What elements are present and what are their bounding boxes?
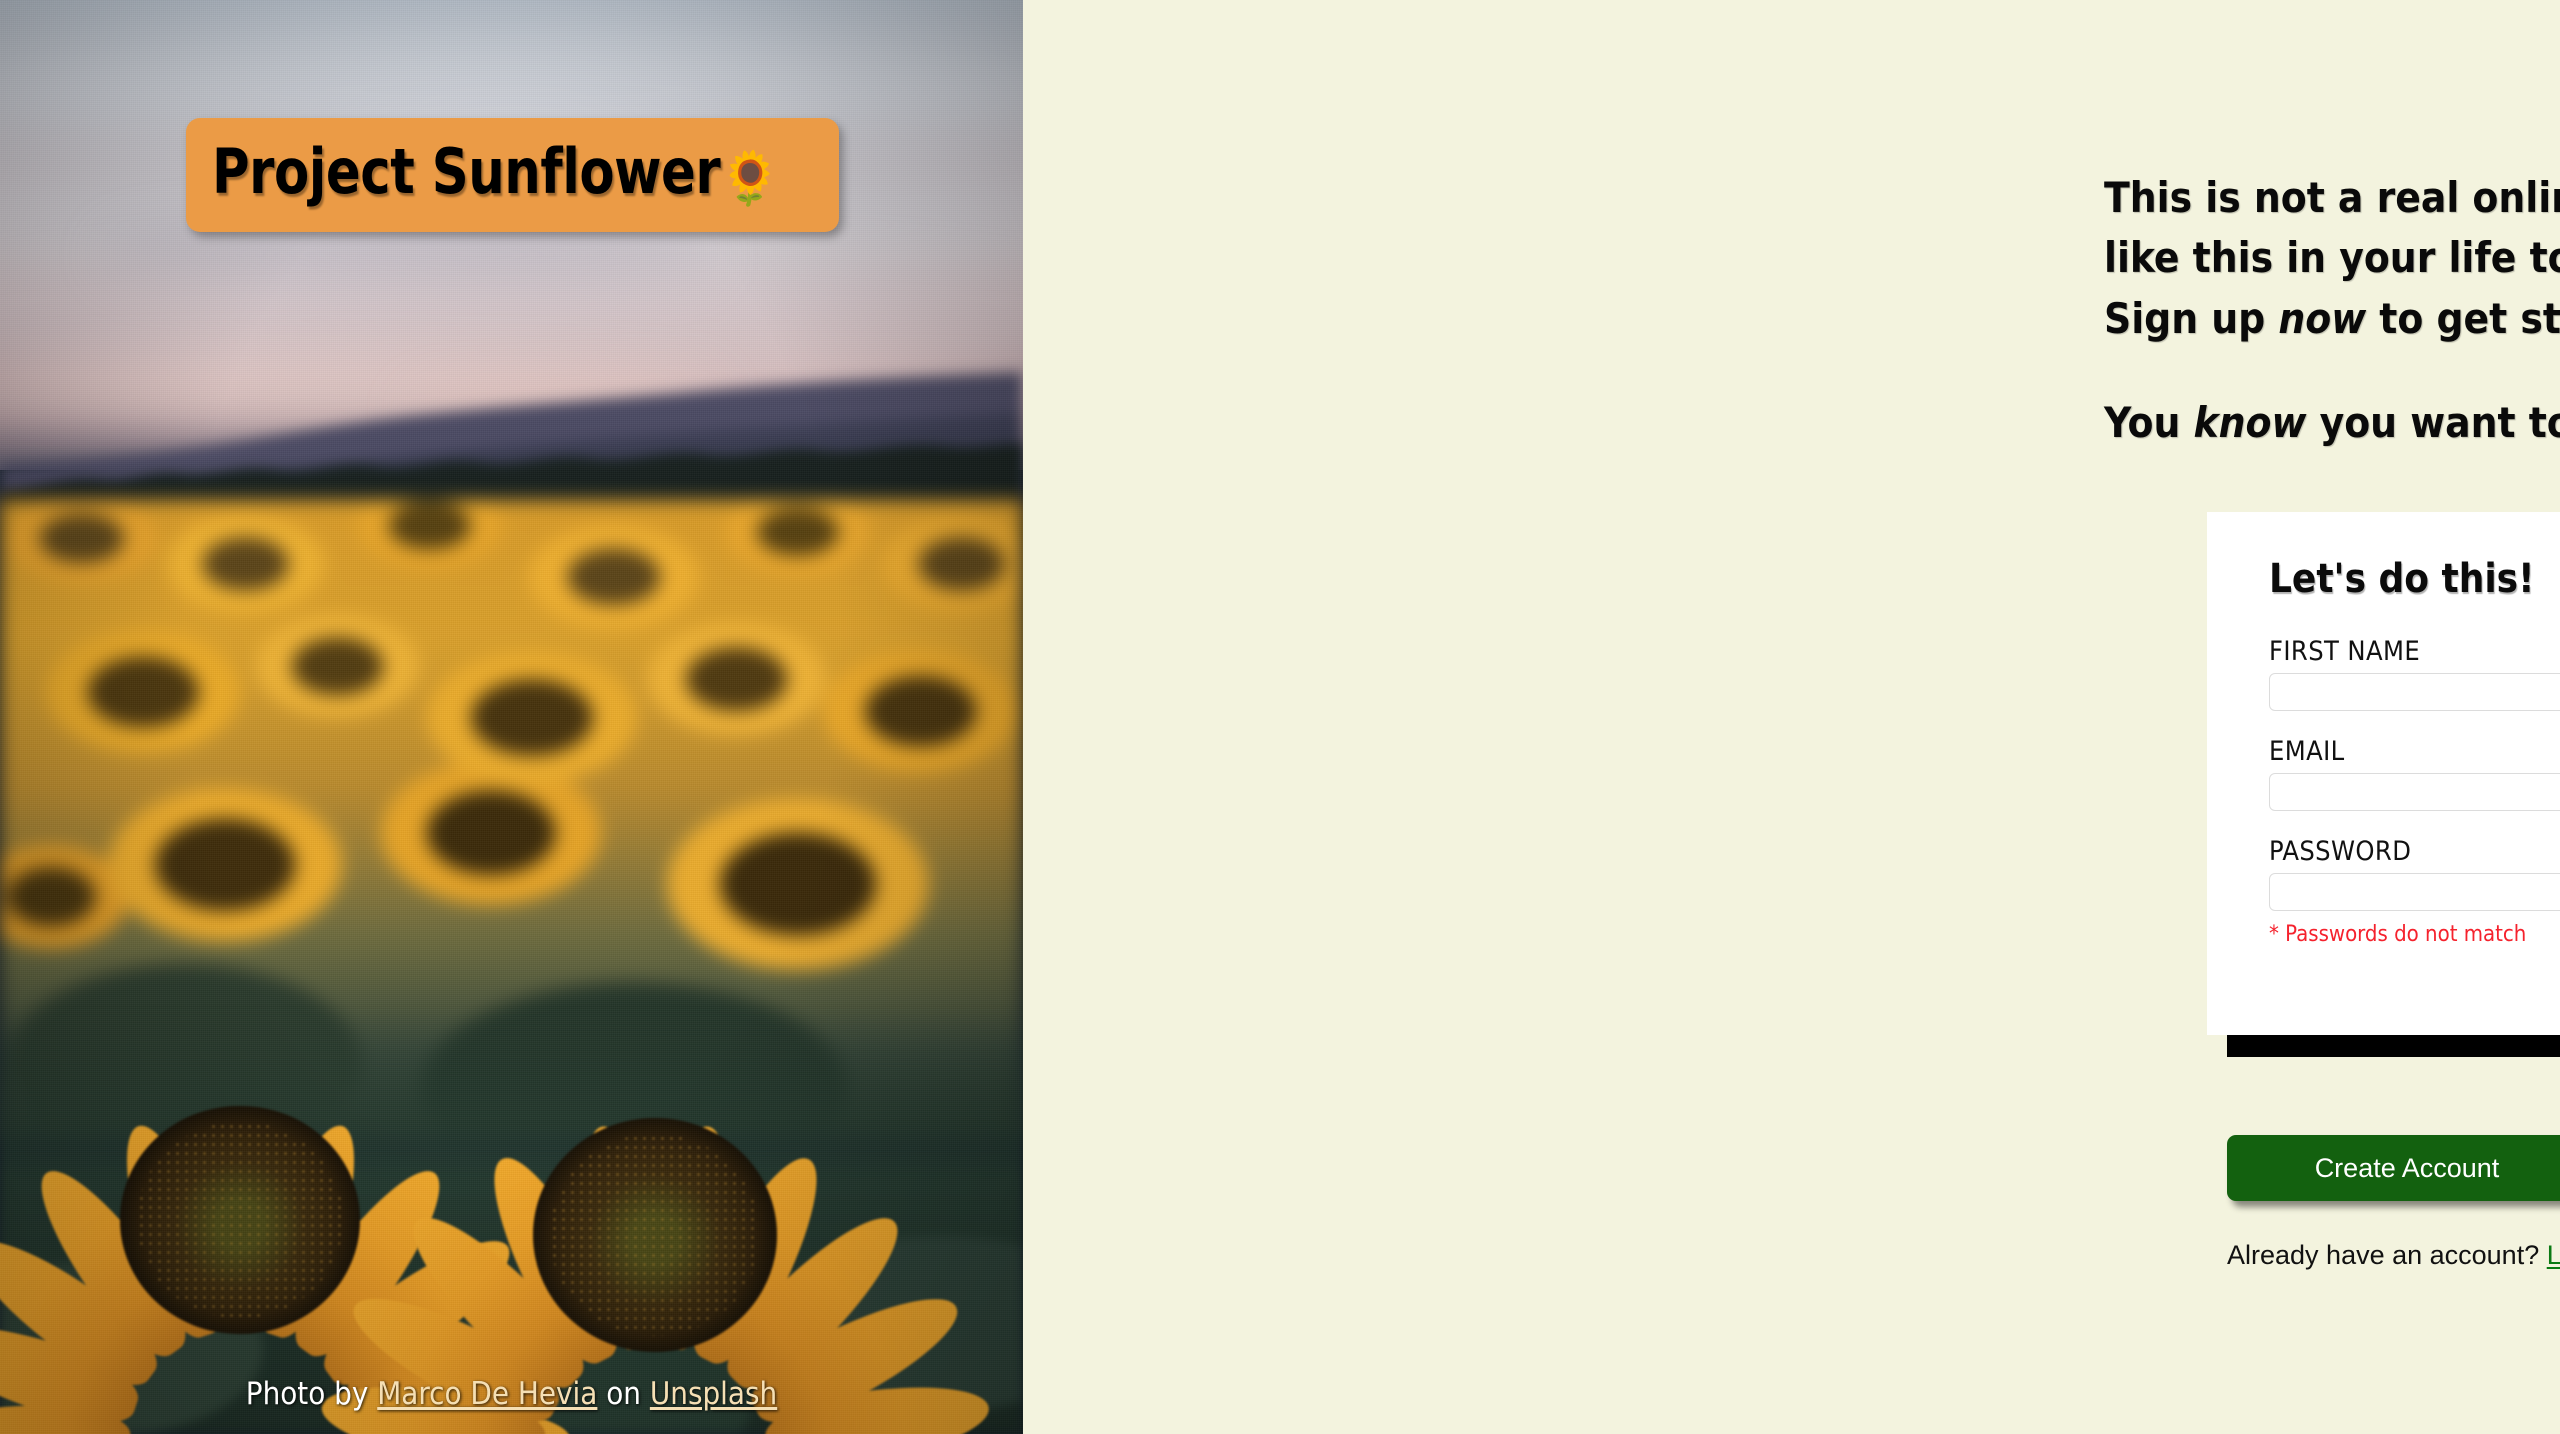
sunflower-icon: 🌻 (720, 149, 780, 209)
signup-form: Let's do this! FIRST NAME LAST NAME EMAI… (2207, 512, 2560, 1035)
intro-p1-part-b: to get started. (2379, 293, 2560, 343)
login-prompt-text: Already have an account? (2227, 1240, 2547, 1270)
intro-p2-emphasis: know (2193, 398, 2307, 448)
intro-paragraph-2: You know you want to. (2104, 393, 2560, 453)
field-email: EMAIL (2269, 736, 2560, 811)
create-account-button[interactable]: Create Account (2227, 1135, 2560, 1201)
signup-form-card-wrapper: Let's do this! FIRST NAME LAST NAME EMAI… (2207, 512, 2560, 1057)
photo-source-link[interactable]: Unsplash (650, 1376, 777, 1412)
field-password: PASSWORD * Passwords do not match (2269, 836, 2560, 947)
first-name-label: FIRST NAME (2269, 636, 2421, 667)
intro-blurb: This is not a real online service! You k… (2104, 168, 2560, 454)
intro-paragraph-1: This is not a real online service! You k… (2104, 168, 2560, 349)
hero-image-panel: Project Sunflower🌻 Photo by Marco De Hev… (0, 0, 1023, 1434)
log-in-link[interactable]: Log in (2547, 1240, 2560, 1270)
password-input[interactable] (2269, 873, 2560, 911)
password-label: PASSWORD (2269, 836, 2412, 867)
login-prompt: Already have an account? Log in (2227, 1240, 2560, 1271)
email-input[interactable] (2269, 773, 2560, 811)
form-field-grid: FIRST NAME LAST NAME EMAIL PHONE NUMBER (2269, 636, 2560, 947)
app-title-banner: Project Sunflower🌻 (186, 118, 839, 233)
photo-author-link[interactable]: Marco De Hevia (377, 1376, 597, 1412)
sunflower-disc (120, 1105, 360, 1335)
intro-p1-emphasis: now (2278, 293, 2367, 343)
photo-credit-prefix: Photo by (245, 1376, 378, 1412)
app-title: Project Sunflower🌻 (212, 140, 780, 206)
email-label: EMAIL (2269, 736, 2345, 767)
photo-credit-middle: on (597, 1376, 650, 1412)
sunflower-disc (532, 1118, 778, 1352)
signup-content-panel: This is not a real online service! You k… (1023, 0, 2560, 1434)
foreground-sunflower (0, 1000, 570, 1434)
intro-p2-part-a: You (2104, 398, 2194, 448)
foreground-sunflower (316, 1010, 994, 1434)
app-title-text: Project Sunflower (212, 135, 721, 208)
intro-p2-part-b: you want to. (2306, 398, 2560, 448)
password-mismatch-error: * Passwords do not match (2269, 922, 2527, 947)
first-name-input[interactable] (2269, 673, 2560, 711)
signup-page: Project Sunflower🌻 Photo by Marco De Hev… (0, 0, 2560, 1434)
form-title: Let's do this! (2269, 556, 2535, 602)
field-first-name: FIRST NAME (2269, 636, 2560, 711)
photo-credit: Photo by Marco De Hevia on Unsplash (0, 1376, 1023, 1412)
